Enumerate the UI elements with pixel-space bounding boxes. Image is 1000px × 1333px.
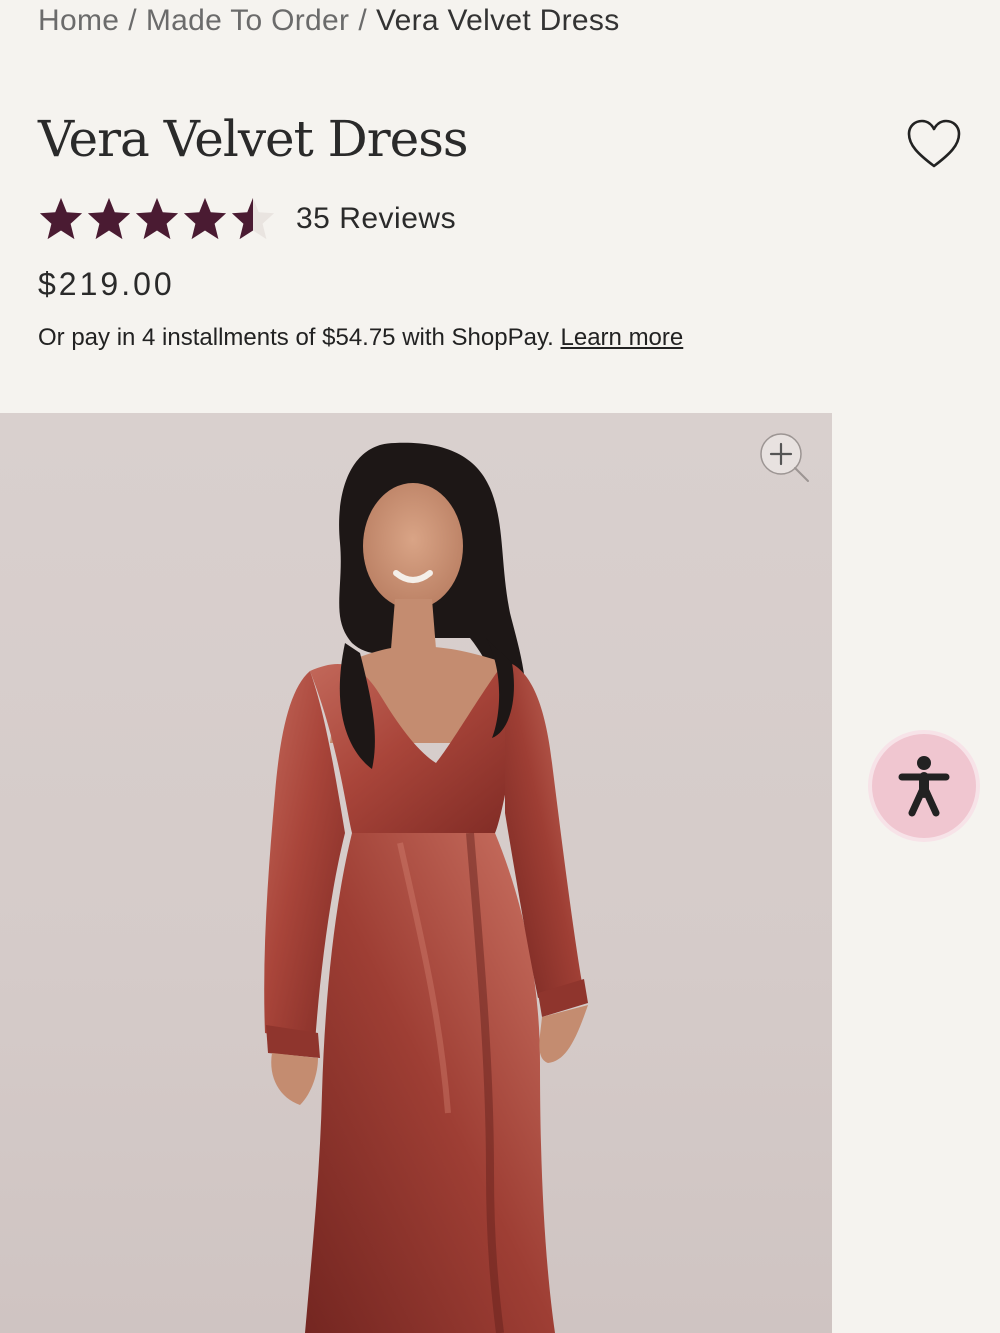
- installments-info: Or pay in 4 installments of $54.75 with …: [38, 324, 683, 352]
- product-page: Home / Made To Order / Vera Velvet Dress Ver…: [0, 0, 1000, 1333]
- breadcrumb-home-link[interactable]: Home: [38, 4, 119, 37]
- accessibility-button[interactable]: [872, 734, 976, 838]
- installments-text: Or pay in 4 installments of $54.75 with …: [38, 324, 554, 351]
- star-icon: [183, 197, 227, 240]
- star-icon: [135, 197, 179, 240]
- zoom-button[interactable]: [756, 430, 812, 486]
- learn-more-link[interactable]: Learn more: [561, 324, 684, 351]
- star-icon: [231, 197, 275, 240]
- breadcrumb: Home / Made To Order / Vera Velvet Dress: [38, 4, 620, 38]
- breadcrumb-separator: /: [128, 4, 137, 37]
- zoom-in-icon: [760, 433, 809, 482]
- breadcrumb-current: Vera Velvet Dress: [375, 4, 620, 37]
- star-icon: [39, 197, 83, 240]
- product-title: Vera Velvet Dress: [38, 110, 469, 168]
- wishlist-button[interactable]: [904, 116, 964, 172]
- star-icon: [87, 197, 131, 240]
- reviews-link[interactable]: 35 Reviews: [296, 202, 456, 236]
- product-price: $219.00: [38, 266, 175, 302]
- rating-stars: [38, 196, 276, 242]
- breadcrumb-category-link[interactable]: Made To Order: [146, 4, 349, 37]
- accessibility-icon: [898, 756, 950, 817]
- breadcrumb-separator: /: [358, 4, 367, 37]
- product-rating[interactable]: 35 Reviews: [38, 196, 456, 242]
- product-image[interactable]: [0, 413, 832, 1333]
- dress-photo-illustration: [264, 442, 588, 1333]
- heart-outline-icon: [907, 119, 961, 168]
